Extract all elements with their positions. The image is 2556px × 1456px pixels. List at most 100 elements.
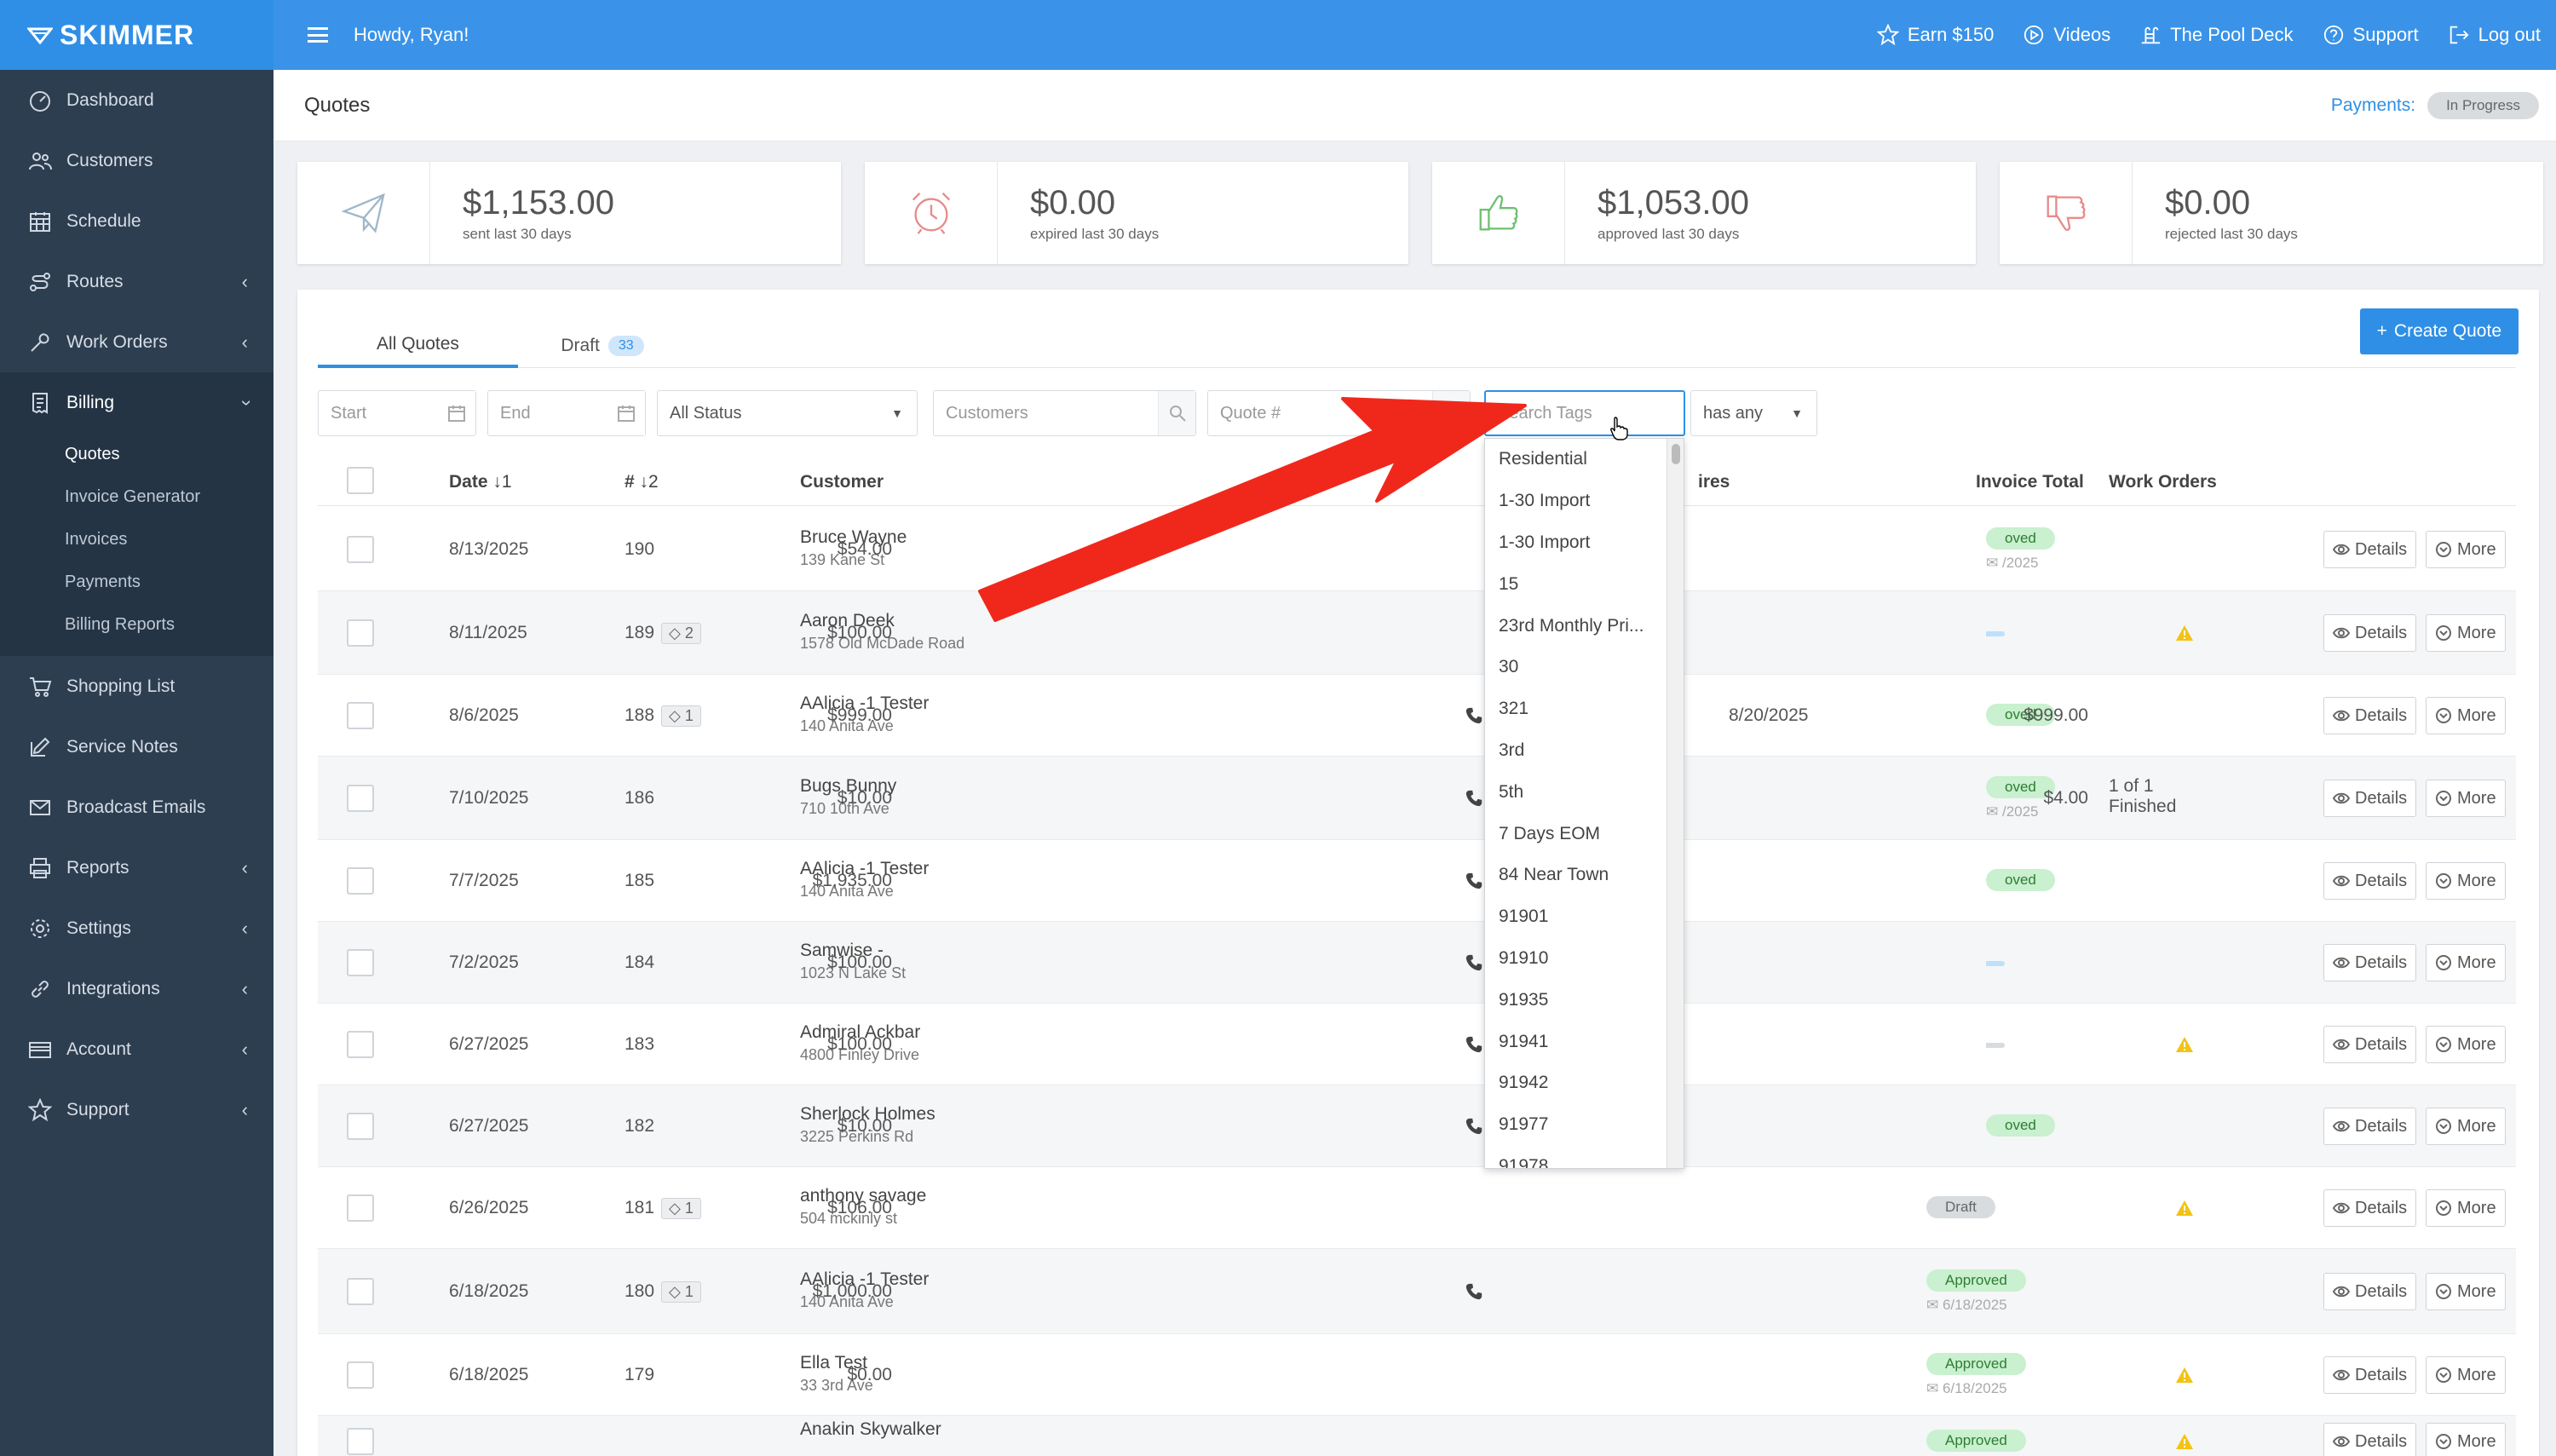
dropdown-scrollbar[interactable] (1667, 439, 1684, 1168)
row-checkbox[interactable] (347, 1113, 374, 1140)
customer-name[interactable]: Anakin Skywalker (800, 1419, 941, 1440)
column-date[interactable]: Date ↓1 (449, 472, 512, 492)
row-checkbox[interactable] (347, 1278, 374, 1305)
more-button[interactable]: More (2426, 1108, 2506, 1145)
details-button[interactable]: Details (2323, 1423, 2417, 1456)
table-row[interactable]: Anakin Skywalker Approved Details More (318, 1416, 2516, 1456)
sidebar-item-settings[interactable]: Settings ‹ (0, 898, 273, 958)
sidebar-item-support[interactable]: Support ‹ (0, 1079, 273, 1140)
row-checkbox[interactable] (347, 536, 374, 563)
sidebar-subitem-invoices[interactable]: Invoices (0, 518, 273, 561)
table-row[interactable]: 8/13/2025 190 Bruce Wayne 139 Kane St $54.00… (318, 508, 2516, 591)
more-button[interactable]: More (2426, 531, 2506, 568)
sidebar-subitem-payments[interactable]: Payments (0, 561, 273, 603)
create-quote-button[interactable]: + Create Quote (2359, 308, 2519, 354)
end-date-field[interactable]: End (487, 390, 646, 436)
tag-option[interactable]: 91977 (1485, 1104, 1666, 1146)
details-button[interactable]: Details (2323, 944, 2417, 981)
column-customer[interactable]: Customer (800, 472, 884, 492)
more-button[interactable]: More (2426, 1189, 2506, 1227)
row-checkbox[interactable] (347, 867, 374, 895)
column-number[interactable]: # ↓2 (625, 472, 659, 492)
details-button[interactable]: Details (2323, 862, 2417, 900)
details-button[interactable]: Details (2323, 697, 2417, 734)
tag-option[interactable]: 15 (1485, 563, 1666, 605)
more-button[interactable]: More (2426, 1356, 2506, 1394)
logout-link[interactable]: Log out (2448, 24, 2541, 46)
tag-count-badge[interactable]: ◇ 1 (661, 1281, 701, 1303)
payments-status[interactable]: Payments: In Progress (2331, 91, 2539, 119)
tag-option[interactable]: 7 Days EOM (1485, 813, 1666, 855)
more-button[interactable]: More (2426, 944, 2506, 981)
details-button[interactable]: Details (2323, 1189, 2417, 1227)
tab-all-quotes[interactable]: All Quotes (318, 324, 518, 368)
tag-option[interactable]: 91978 (1485, 1146, 1666, 1168)
more-button[interactable]: More (2426, 614, 2506, 652)
customers-search[interactable]: Customers (933, 390, 1196, 436)
row-checkbox[interactable] (347, 785, 374, 812)
column-expires[interactable]: ires (1698, 472, 1730, 492)
more-button[interactable]: More (2426, 1273, 2506, 1310)
sidebar-item-reports[interactable]: Reports ‹ (0, 837, 273, 898)
sidebar-item-integrations[interactable]: Integrations ‹ (0, 958, 273, 1019)
sidebar-item-routes[interactable]: Routes ‹ (0, 251, 273, 312)
column-invoice-total[interactable]: Invoice Total (1976, 472, 2084, 492)
tab-draft[interactable]: Draft 33 (526, 324, 679, 368)
sidebar-subitem-quotes[interactable]: Quotes (0, 433, 273, 475)
tag-option[interactable]: 1-30 Import (1485, 522, 1666, 564)
tag-count-badge[interactable]: ◇ 2 (661, 623, 701, 644)
videos-link[interactable]: Videos (2023, 24, 2110, 46)
details-button[interactable]: Details (2323, 1273, 2417, 1310)
status-select[interactable]: All Status ▼ (657, 390, 918, 436)
sidebar-subitem-invoice-generator[interactable]: Invoice Generator (0, 475, 273, 518)
tag-option[interactable]: 91942 (1485, 1062, 1666, 1104)
tag-option[interactable]: 91910 (1485, 938, 1666, 980)
tag-match-select[interactable]: has any ▼ (1690, 390, 1817, 436)
select-all-checkbox[interactable] (347, 467, 374, 494)
details-button[interactable]: Details (2323, 780, 2417, 817)
sidebar-item-dashboard[interactable]: Dashboard (0, 70, 273, 130)
row-checkbox[interactable] (347, 1031, 374, 1058)
sidebar-item-work-orders[interactable]: Work Orders ‹ (0, 312, 273, 372)
row-checkbox[interactable] (347, 619, 374, 647)
table-row[interactable]: 6/27/2025 183 Admiral Ackbar 4800 Finley Dr… (318, 1004, 2516, 1085)
table-row[interactable]: 7/10/2025 186 Bugs Bunny 710 10th Ave $10.00… (318, 757, 2516, 840)
more-button[interactable]: More (2426, 780, 2506, 817)
more-button[interactable]: More (2426, 862, 2506, 900)
table-row[interactable]: 6/27/2025 182 Sherlock Holmes 3225 Perkins … (318, 1085, 2516, 1167)
row-checkbox[interactable] (347, 949, 374, 976)
more-button[interactable]: More (2426, 697, 2506, 734)
support-link[interactable]: Support (2323, 24, 2419, 46)
earn-link[interactable]: Earn $150 (1876, 24, 1994, 46)
tag-option[interactable]: 91935 (1485, 979, 1666, 1021)
more-button[interactable]: More (2426, 1423, 2506, 1456)
sidebar-item-service-notes[interactable]: Service Notes (0, 716, 273, 777)
details-button[interactable]: Details (2323, 614, 2417, 652)
tag-option[interactable]: Residential (1485, 439, 1666, 481)
table-row[interactable]: 6/18/2025 180 ◇ 1 AAlicia -1 Tester 140 Anit… (318, 1249, 2516, 1334)
tag-option[interactable]: 1-30 Import (1485, 481, 1666, 522)
table-row[interactable]: 7/2/2025 184 Samwise -1023 N Lake St $100.0… (318, 922, 2516, 1004)
tag-count-badge[interactable]: ◇ 1 (661, 705, 701, 727)
details-button[interactable]: Details (2323, 1356, 2417, 1394)
tag-option[interactable]: 5th (1485, 771, 1666, 813)
sidebar-item-broadcast-emails[interactable]: Broadcast Emails (0, 777, 273, 837)
row-checkbox[interactable] (347, 1428, 374, 1455)
row-checkbox[interactable] (347, 702, 374, 729)
more-button[interactable]: More (2426, 1026, 2506, 1063)
tags-search-input[interactable]: Search Tags (1484, 390, 1685, 436)
column-work-orders[interactable]: Work Orders (2109, 472, 2217, 492)
tag-count-badge[interactable]: ◇ 1 (661, 1198, 701, 1219)
sidebar-item-shopping-list[interactable]: Shopping List (0, 656, 273, 716)
row-checkbox[interactable] (347, 1194, 374, 1222)
sidebar-item-customers[interactable]: Customers (0, 130, 273, 191)
sidebar-item-schedule[interactable]: Schedule (0, 191, 273, 251)
table-row[interactable]: 8/6/2025 188 ◇ 1 AAlicia -1 Tester 140 Anita… (318, 675, 2516, 757)
scroll-thumb[interactable] (1672, 444, 1680, 464)
menu-icon[interactable] (308, 27, 328, 43)
tag-option[interactable]: 30 (1485, 647, 1666, 688)
details-button[interactable]: Details (2323, 1108, 2417, 1145)
start-date-field[interactable]: Start (318, 390, 476, 436)
table-row[interactable]: 8/11/2025 189 ◇ 2 Aaron Deek 1578 Old McDade… (318, 591, 2516, 675)
tag-option[interactable]: 321 (1485, 688, 1666, 730)
